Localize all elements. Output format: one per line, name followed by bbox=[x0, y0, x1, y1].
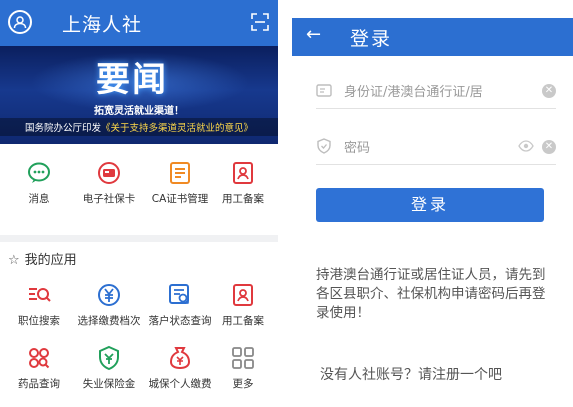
grid-item-label: 用工备案 bbox=[222, 193, 264, 205]
banner-subtitle: 拓宽灵活就业渠道！ bbox=[94, 106, 184, 117]
shield-icon bbox=[317, 138, 331, 154]
back-arrow-icon[interactable]: ← bbox=[306, 24, 321, 45]
my-apps-heading: ☆ 我的应用 bbox=[8, 253, 77, 268]
message-icon bbox=[28, 162, 50, 183]
app-label: 城保个人缴费 bbox=[148, 378, 212, 390]
scan-icon[interactable] bbox=[251, 13, 269, 35]
app-drug-query[interactable]: 药品查询 bbox=[8, 345, 70, 391]
employment-record-icon bbox=[233, 162, 253, 184]
app-job-search[interactable]: 职位搜索 bbox=[8, 282, 70, 328]
social-security-card-icon bbox=[98, 162, 120, 184]
eye-icon[interactable] bbox=[518, 139, 534, 153]
app-label: 用工备案 bbox=[222, 315, 264, 327]
app-personal-payment[interactable]: 城保个人缴费 bbox=[146, 345, 214, 391]
more-apps-icon bbox=[232, 347, 254, 369]
app-label: 更多 bbox=[232, 378, 254, 390]
grid-item-social-security-card[interactable]: 电子社保卡 bbox=[75, 160, 143, 206]
grid-item-label: 消息 bbox=[28, 193, 50, 205]
personal-payment-icon bbox=[169, 347, 191, 370]
user-avatar-icon[interactable] bbox=[8, 10, 32, 34]
unemployment-insurance-icon bbox=[99, 345, 119, 371]
grid-item-label: 电子社保卡 bbox=[82, 193, 136, 205]
app-label: 失业保险金 bbox=[82, 378, 136, 390]
login-screen: ← 登录 身份证/港澳台通行证/居 ✕ 密码 ✕ 登录 持港澳台通行证或居住证人… bbox=[292, 0, 573, 407]
app-label: 落户状态查询 bbox=[148, 315, 212, 327]
register-link[interactable]: 没有人社账号？请注册一个吧 bbox=[320, 364, 502, 384]
payment-level-icon bbox=[98, 284, 120, 306]
job-search-icon bbox=[29, 288, 51, 302]
id-number-field[interactable]: 身份证/港澳台通行证/居 ✕ bbox=[316, 74, 556, 109]
news-banner[interactable]: 要闻 拓宽灵活就业渠道！ 国务院办公厅印发《关于支持多渠道灵活就业的意见》 bbox=[0, 46, 278, 144]
panel-gutter bbox=[278, 0, 292, 407]
app-payment-level[interactable]: 选择缴费档次 bbox=[75, 282, 143, 328]
app-label: 药品查询 bbox=[18, 378, 60, 390]
grid-item-ca-certificate[interactable]: CA证书管理 bbox=[146, 160, 214, 206]
password-field[interactable]: 密码 ✕ bbox=[316, 130, 556, 165]
app-employment-record[interactable]: 用工备案 bbox=[212, 282, 274, 328]
app-title: 上海人社 bbox=[62, 14, 143, 36]
ca-certificate-icon bbox=[170, 162, 190, 184]
grid-item-employment-record[interactable]: 用工备案 bbox=[212, 160, 274, 206]
settlement-status-icon bbox=[169, 284, 190, 305]
app-unemployment-insurance[interactable]: 失业保险金 bbox=[75, 345, 143, 391]
grid-item-message[interactable]: 消息 bbox=[8, 160, 70, 206]
password-placeholder: 密码 bbox=[344, 141, 371, 156]
home-screen: 上海人社 要闻 拓宽灵活就业渠道！ 国务院办公厅印发《关于支持多渠道灵活就业的意… bbox=[0, 0, 278, 407]
section-divider bbox=[0, 235, 278, 242]
clear-icon[interactable]: ✕ bbox=[542, 84, 556, 98]
employment-record-icon bbox=[233, 284, 253, 306]
clear-icon[interactable]: ✕ bbox=[542, 140, 556, 154]
grid-item-label: CA证书管理 bbox=[151, 193, 209, 205]
banner-caption: 国务院办公厅印发《关于支持多渠道灵活就业的意见》 bbox=[0, 118, 278, 136]
login-title: 登录 bbox=[350, 28, 393, 50]
login-button[interactable]: 登录 bbox=[316, 188, 544, 222]
app-more[interactable]: 更多 bbox=[212, 345, 274, 391]
app-settlement-status[interactable]: 落户状态查询 bbox=[146, 282, 214, 328]
login-header: ← 登录 bbox=[292, 18, 573, 56]
home-header: 上海人社 bbox=[0, 0, 278, 46]
banner-headline: 要闻 bbox=[96, 60, 168, 100]
login-notice: 持港澳台通行证或居住证人员，请先到各区县职介、社保机构申请密码后再登录使用！ bbox=[316, 267, 546, 321]
app-label: 选择缴费档次 bbox=[77, 315, 141, 327]
star-icon: ☆ bbox=[8, 253, 20, 268]
app-label: 职位搜索 bbox=[18, 315, 60, 327]
drug-query-icon bbox=[29, 348, 50, 369]
id-card-icon bbox=[316, 84, 332, 97]
id-number-placeholder: 身份证/港澳台通行证/居 bbox=[344, 85, 483, 100]
